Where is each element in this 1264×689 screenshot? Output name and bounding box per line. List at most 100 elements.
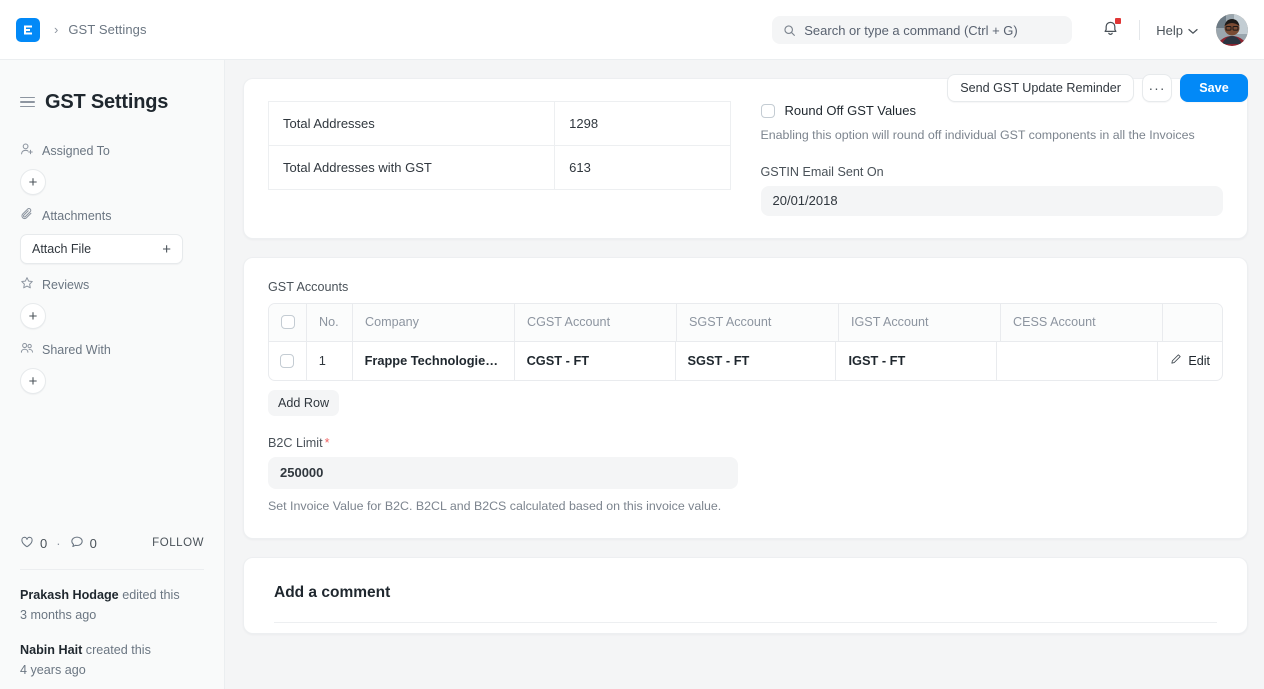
reviews-header: Reviews xyxy=(20,276,204,293)
gstin-email-sent-on-label: GSTIN Email Sent On xyxy=(760,164,884,179)
options-column: Round Off GST Values Enabling this optio… xyxy=(760,101,1224,216)
edit-row-label: Edit xyxy=(1188,353,1211,368)
comment-icon xyxy=(70,535,84,552)
hamburger-menu-icon[interactable] xyxy=(20,95,35,110)
page-title: GST Settings xyxy=(45,90,169,113)
stats-column: Total Addresses 1298 Total Addresses wit… xyxy=(267,101,731,216)
follow-button[interactable]: FOLLOW xyxy=(152,537,204,549)
top-navbar: › GST Settings Help xyxy=(0,0,1264,60)
select-all-checkbox[interactable] xyxy=(280,315,295,330)
table-row[interactable]: 1 Frappe Technologies ... CGST - FT SGST… xyxy=(269,341,1222,380)
gst-accounts-label: GST Accounts xyxy=(268,279,349,294)
sidebar-section-shared-with: Shared With + xyxy=(20,341,204,394)
activity-user[interactable]: Prakash Hodage xyxy=(20,588,119,602)
like-count: 0 xyxy=(40,535,48,551)
cell-cgst-account[interactable]: CGST - FT xyxy=(515,341,676,380)
like-button[interactable]: 0 xyxy=(20,535,47,552)
sidebar-section-label: Attachments xyxy=(42,208,112,223)
grid-header-row: No. Company CGST Account SGST Account IG… xyxy=(269,303,1222,342)
page-actions: Send GST Update Reminder ··· Save xyxy=(947,74,1248,102)
add-comment-card: Add a comment xyxy=(243,556,1248,634)
stat-label: Total Addresses with GST xyxy=(267,145,556,190)
navbar-right: Help xyxy=(772,0,1248,60)
notifications-button[interactable] xyxy=(1098,15,1123,46)
stat-label: Total Addresses xyxy=(267,101,556,146)
column-header-cess-account: CESS Account xyxy=(1001,303,1163,341)
column-header-actions xyxy=(1163,304,1222,341)
star-icon xyxy=(20,276,34,293)
round-off-gst-values-row[interactable]: Round Off GST Values xyxy=(760,103,1224,118)
add-review-button[interactable]: + xyxy=(20,303,46,329)
assigned-to-header: Assigned To xyxy=(20,142,204,159)
sidebar-section-reviews: Reviews + xyxy=(20,276,204,329)
edit-row-button[interactable]: Edit xyxy=(1158,342,1222,380)
sidebar-divider xyxy=(20,569,204,570)
column-header-igst-account: IGST Account xyxy=(839,303,1001,341)
search-input[interactable] xyxy=(804,22,1062,38)
column-header-company: Company xyxy=(353,303,515,341)
table-row: Total Addresses with GST 613 xyxy=(267,145,731,190)
comment-divider xyxy=(274,621,1217,623)
page-header: GST Settings xyxy=(20,74,204,130)
column-header-sgst-account: SGST Account xyxy=(677,303,839,341)
search-box[interactable] xyxy=(772,16,1073,44)
erpnext-logo-icon[interactable] xyxy=(16,17,40,42)
row-checkbox-cell[interactable] xyxy=(269,341,307,380)
plus-icon: + xyxy=(28,307,38,325)
main-content: Send GST Update Reminder ··· Save Total … xyxy=(225,60,1264,689)
activity-item: Prakash Hodage edited this 3 months ago xyxy=(20,586,204,625)
b2c-limit-field: B2C Limit * 250000 Set Invoice Value for … xyxy=(268,436,1223,516)
gstin-email-sent-on-input[interactable]: 20/01/2018 xyxy=(760,185,1223,216)
plus-icon: + xyxy=(162,240,171,258)
activity-action: created this xyxy=(85,643,151,658)
comment-button[interactable]: 0 xyxy=(70,535,97,552)
add-share-button[interactable]: + xyxy=(20,368,46,394)
assign-user-icon xyxy=(20,142,34,159)
select-all-checkbox-cell[interactable] xyxy=(269,303,307,341)
activity-timestamp: 3 months ago xyxy=(20,607,97,622)
attachments-header: Attachments xyxy=(20,207,204,224)
sidebar-section-label: Assigned To xyxy=(42,143,110,158)
heart-icon xyxy=(20,535,34,552)
b2c-limit-label-text: B2C Limit xyxy=(268,435,323,450)
stat-value: 613 xyxy=(554,145,731,190)
paperclip-icon xyxy=(20,207,34,224)
breadcrumb[interactable]: GST Settings xyxy=(68,22,146,37)
row-checkbox[interactable] xyxy=(280,353,295,368)
address-stats-table: Total Addresses 1298 Total Addresses wit… xyxy=(267,101,731,190)
send-gst-update-reminder-button[interactable]: Send GST Update Reminder xyxy=(947,74,1134,102)
sidebar-section-label: Reviews xyxy=(42,277,90,292)
plus-icon: + xyxy=(28,372,38,390)
activity-item: Nabin Hait created this 4 years ago xyxy=(20,641,204,680)
b2c-limit-description: Set Invoice Value for B2C. B2CL and B2CS… xyxy=(268,498,722,513)
attach-file-button[interactable]: Attach File + xyxy=(20,234,183,264)
sidebar: GST Settings Assigned To + Attachments A… xyxy=(0,60,225,689)
sidebar-section-assigned-to: Assigned To + xyxy=(20,142,204,195)
more-actions-button[interactable]: ··· xyxy=(1142,74,1172,102)
help-label: Help xyxy=(1156,22,1183,38)
gst-accounts-grid: No. Company CGST Account SGST Account IG… xyxy=(268,302,1223,381)
column-header-cgst-account: CGST Account xyxy=(515,303,677,341)
add-comment-title: Add a comment xyxy=(274,583,391,601)
save-button[interactable]: Save xyxy=(1180,74,1248,102)
cell-company-text: Frappe Technologies ... xyxy=(364,353,502,369)
round-off-gst-values-checkbox[interactable] xyxy=(760,103,775,118)
b2c-limit-label: B2C Limit * xyxy=(268,436,1223,450)
add-row-button[interactable]: Add Row xyxy=(268,389,340,416)
b2c-limit-input[interactable]: 250000 xyxy=(268,456,738,489)
shared-with-header: Shared With xyxy=(20,341,204,358)
round-off-description: Enabling this option will round off indi… xyxy=(760,128,1195,142)
help-dropdown[interactable]: Help xyxy=(1156,23,1198,38)
activity-user[interactable]: Nabin Hait xyxy=(20,643,82,657)
cell-company[interactable]: Frappe Technologies ... xyxy=(353,341,515,380)
column-header-no: No. xyxy=(307,303,353,341)
sidebar-section-label: Shared With xyxy=(42,342,111,357)
comment-count: 0 xyxy=(89,535,97,551)
add-assignment-button[interactable]: + xyxy=(20,169,46,195)
avatar[interactable] xyxy=(1216,14,1248,46)
search-icon xyxy=(783,24,796,37)
reactions-row: 0 · 0 FOLLOW xyxy=(20,530,204,556)
cell-igst-account[interactable]: IGST - FT xyxy=(836,341,998,380)
cell-sgst-account[interactable]: SGST - FT xyxy=(676,341,837,380)
cell-cess-account[interactable] xyxy=(997,341,1159,380)
